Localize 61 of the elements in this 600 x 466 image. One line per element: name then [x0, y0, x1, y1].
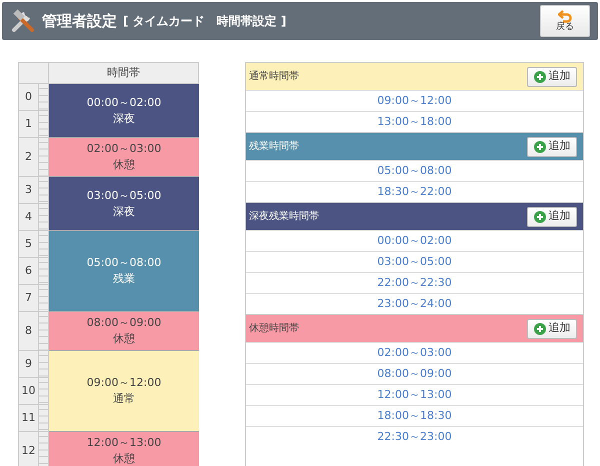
time-range-link[interactable]: 08:00～09:00: [246, 363, 583, 384]
add-button[interactable]: 追加: [527, 318, 577, 338]
hour-label: 8: [19, 312, 39, 351]
plus-icon: [534, 322, 546, 334]
hour-label: 7: [19, 285, 39, 312]
section-title: 通常時間帯: [249, 70, 299, 84]
tick-scale: [39, 378, 49, 405]
time-range-link[interactable]: 12:00～13:00: [246, 384, 583, 405]
return-arrow-icon: [558, 10, 572, 23]
hour-label: 5: [19, 231, 39, 258]
time-range-link[interactable]: 22:30～23:00: [246, 426, 583, 447]
plus-icon: [534, 210, 546, 222]
hour-label: 1: [19, 111, 39, 138]
section-title: 深夜残業時間帯: [249, 210, 319, 224]
block-label: 深夜: [113, 110, 135, 126]
time-range: 08:00～09:00: [86, 315, 162, 331]
add-button[interactable]: 追加: [527, 136, 577, 156]
hour-label: 3: [19, 177, 39, 204]
time-range: 12:00～13:00: [86, 435, 162, 451]
block-label: 休憩: [113, 331, 135, 347]
tick-scale: [39, 258, 49, 285]
page-title: 管理者設定: [42, 10, 117, 32]
hour-label: 9: [19, 351, 39, 378]
time-range-link[interactable]: 02:00～03:00: [246, 342, 583, 363]
block-label: 休憩: [113, 157, 135, 173]
section-title: 残業時間帯: [249, 140, 299, 154]
tick-scale: [39, 84, 49, 111]
hour-label: 6: [19, 258, 39, 285]
block-label: 通常: [113, 391, 135, 407]
block-label: 深夜: [113, 204, 135, 220]
tick-scale: [39, 204, 49, 231]
hour-label: 4: [19, 204, 39, 231]
hour-label: 10: [19, 378, 39, 405]
time-range: 00:00～02:00: [86, 94, 162, 110]
time-range: 05:00～08:00: [86, 255, 162, 271]
hour-label: 0: [19, 84, 39, 111]
add-button[interactable]: 追加: [527, 66, 577, 86]
time-range-link[interactable]: 00:00～02:00: [246, 230, 583, 251]
block-label: 残業: [113, 271, 135, 287]
time-range: 02:00～03:00: [86, 141, 162, 157]
column-header: 時間帯: [49, 62, 199, 84]
plus-icon: [534, 140, 546, 152]
hour-label: 2: [19, 138, 39, 177]
time-range: 03:00～05:00: [86, 188, 162, 204]
section-title: 休憩時間帯: [249, 322, 299, 336]
time-range-link[interactable]: 09:00～12:00: [246, 90, 583, 111]
time-range-link[interactable]: 05:00～08:00: [246, 160, 583, 181]
time-range-link[interactable]: 18:00～18:30: [246, 405, 583, 426]
back-button[interactable]: 戻る: [540, 5, 590, 37]
page-subtitle: [ タイムカード 時間帯設定 ]: [123, 13, 286, 30]
hour-label: 12: [19, 432, 39, 466]
time-range: 09:00～12:00: [86, 375, 162, 391]
tick-scale: [39, 432, 49, 466]
tick-scale: [39, 405, 49, 432]
tick-scale: [39, 231, 49, 258]
hour-label: 11: [19, 405, 39, 432]
plus-icon: [534, 70, 546, 82]
time-range-link[interactable]: 22:00～22:30: [246, 272, 583, 293]
time-range-link[interactable]: 03:00～05:00: [246, 251, 583, 272]
block-label: 休憩: [113, 451, 135, 466]
add-button[interactable]: 追加: [527, 206, 577, 226]
